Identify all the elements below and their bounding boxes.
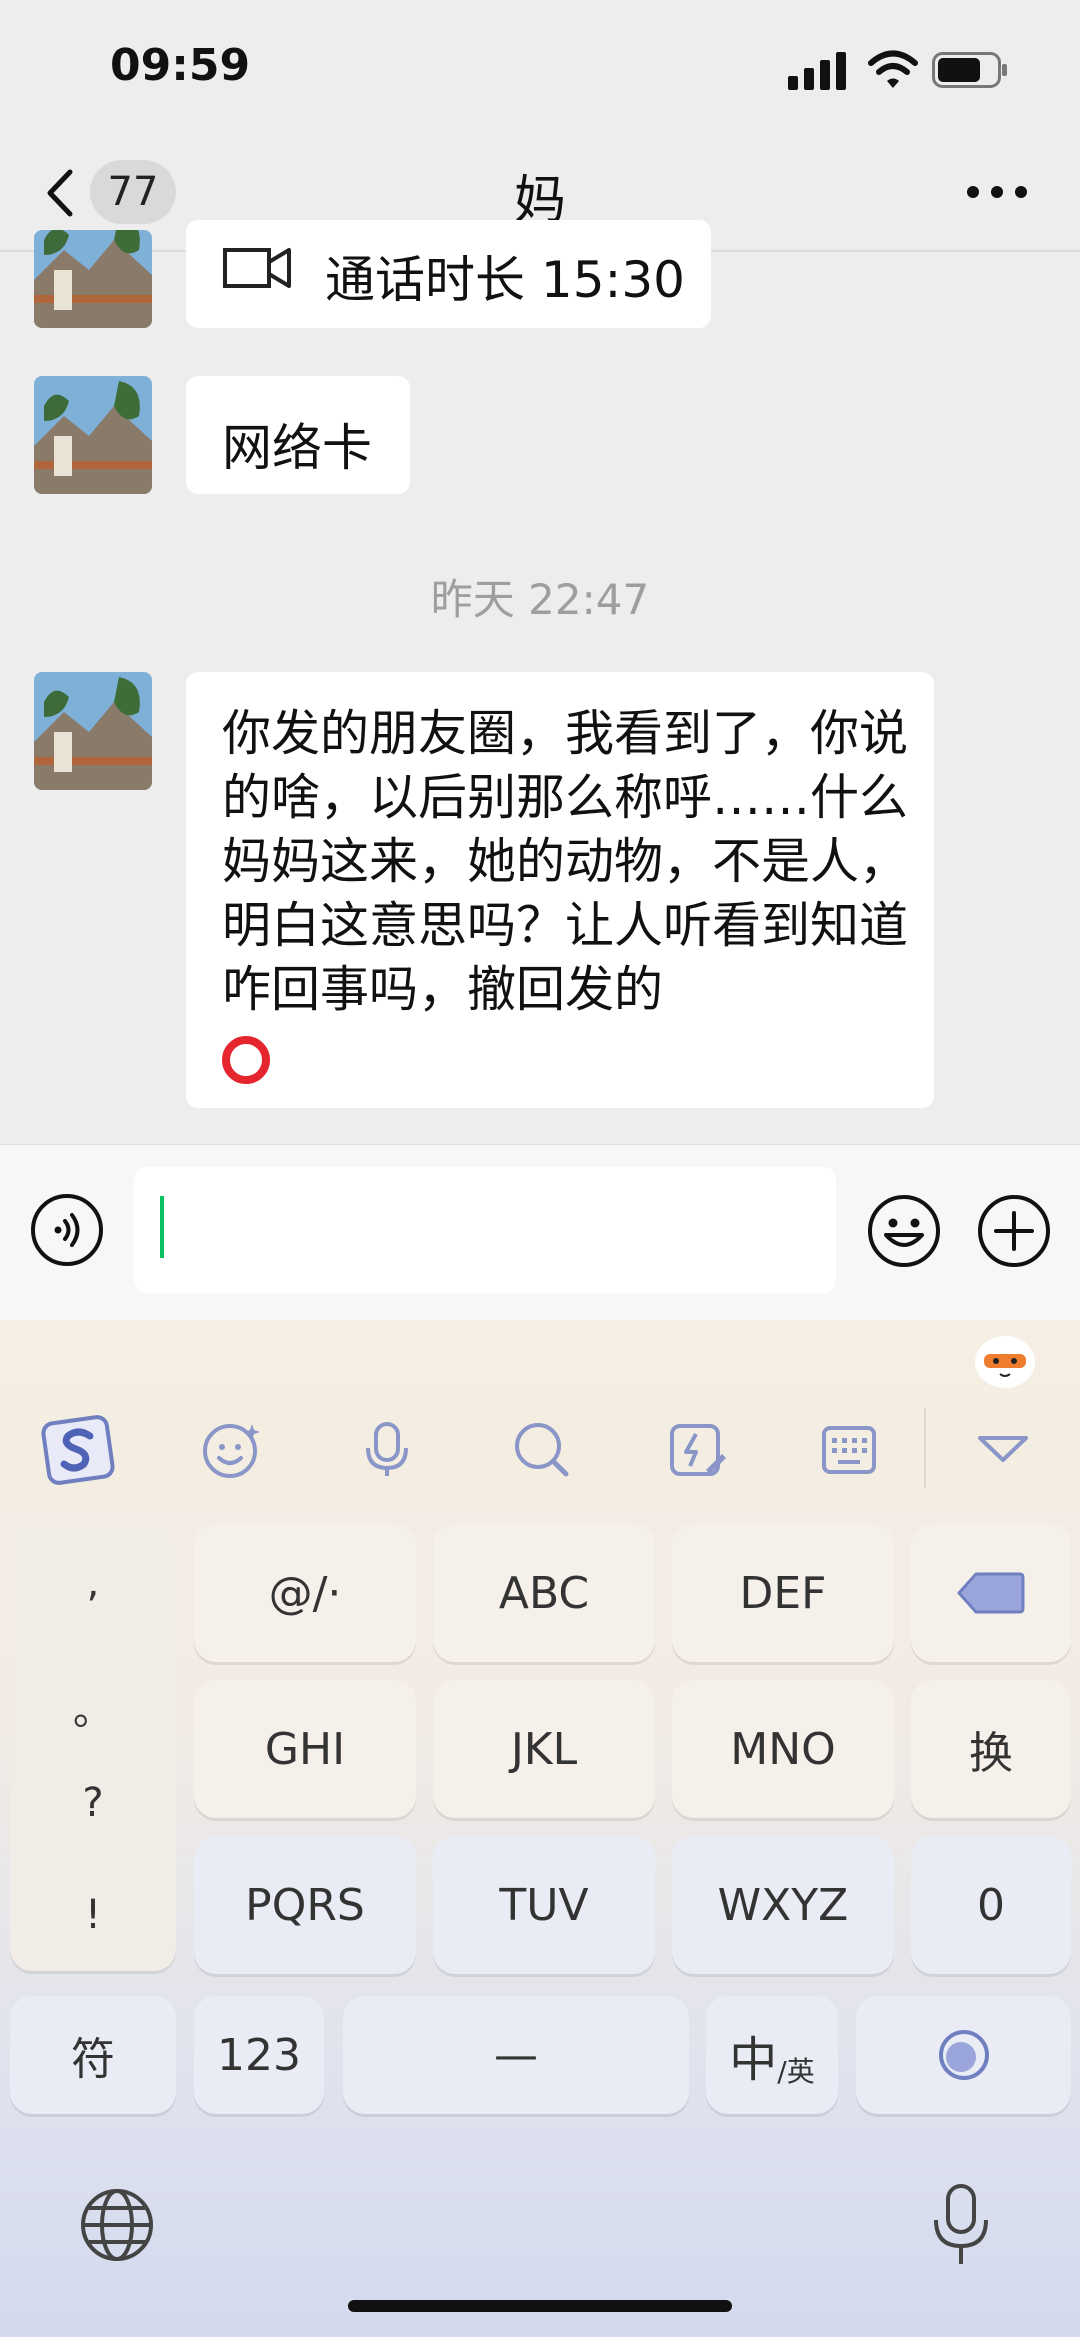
message-text-container: 你发的朋友圈，我看到了，你说的啥，以后别那么称呼……什么妈妈这来，她的动物，不是… bbox=[222, 702, 912, 1086]
cellular-signal-icon bbox=[788, 52, 846, 90]
key-pqrs[interactable]: PQRS bbox=[194, 1836, 416, 1974]
video-call-icon bbox=[223, 248, 291, 288]
status-time: 09:59 bbox=[110, 40, 251, 91]
globe-icon[interactable] bbox=[78, 2186, 156, 2264]
text-caret bbox=[160, 1196, 164, 1258]
backspace-key[interactable] bbox=[911, 1524, 1071, 1662]
key-jkl[interactable]: JKL bbox=[433, 1680, 655, 1818]
red-circle-emoji-icon bbox=[222, 1035, 270, 1084]
message-timestamp: 昨天 22:47 bbox=[430, 575, 650, 624]
enter-icon bbox=[938, 2030, 989, 2080]
avatar[interactable] bbox=[34, 230, 152, 328]
lang-main: 中 bbox=[729, 2032, 778, 2088]
wifi-icon bbox=[868, 50, 918, 88]
key-tuv[interactable]: TUV bbox=[433, 1836, 655, 1974]
enter-key[interactable] bbox=[856, 1996, 1071, 2114]
punctuation-key[interactable]: 。 bbox=[10, 1678, 176, 1736]
more-icon[interactable] bbox=[965, 172, 1029, 212]
collapse-icon[interactable] bbox=[972, 1418, 1034, 1480]
key-ghi[interactable]: GHI bbox=[194, 1680, 416, 1818]
dictation-mic-icon[interactable] bbox=[930, 2182, 992, 2268]
key-numbers[interactable]: 123 bbox=[194, 1996, 324, 2114]
avatar[interactable] bbox=[34, 672, 152, 790]
key-switch[interactable]: 换 bbox=[911, 1680, 1071, 1818]
key-def[interactable]: DEF bbox=[672, 1524, 894, 1662]
message-input[interactable] bbox=[134, 1167, 836, 1293]
call-duration-text: 通话时长 15:30 bbox=[325, 251, 685, 309]
message-text: 网络卡 bbox=[222, 419, 372, 477]
message-text: 你发的朋友圈，我看到了，你说的啥，以后别那么称呼……什么妈妈这来，她的动物，不是… bbox=[222, 705, 909, 1018]
language-switch-key[interactable]: 中/英 bbox=[706, 1996, 838, 2114]
punctuation-key[interactable]: , bbox=[10, 1560, 176, 1606]
key-abc[interactable]: ABC bbox=[433, 1524, 655, 1662]
backspace-icon bbox=[957, 1572, 1025, 1614]
mascot-icon[interactable] bbox=[970, 1330, 1040, 1390]
key-symbols-page[interactable]: 符 bbox=[10, 1996, 176, 2114]
battery-icon bbox=[932, 52, 1007, 88]
punctuation-key[interactable]: ? bbox=[10, 1780, 176, 1826]
avatar[interactable] bbox=[34, 376, 152, 494]
lang-sub: /英 bbox=[777, 2055, 815, 2088]
key-wxyz[interactable]: WXYZ bbox=[672, 1836, 894, 1974]
search-icon[interactable] bbox=[510, 1418, 572, 1480]
voice-icon[interactable] bbox=[30, 1193, 104, 1267]
toolbar-separator bbox=[924, 1408, 926, 1488]
avatar-photo bbox=[34, 230, 152, 328]
key-zero[interactable]: 0 bbox=[911, 1836, 1071, 1974]
mic-icon[interactable] bbox=[356, 1418, 418, 1480]
key-symbols[interactable]: @/· bbox=[194, 1524, 416, 1662]
key-mno[interactable]: MNO bbox=[672, 1680, 894, 1818]
quick-phrase-icon[interactable] bbox=[666, 1418, 728, 1480]
keyboard-layout-icon[interactable] bbox=[818, 1418, 880, 1480]
emoji-icon[interactable] bbox=[866, 1193, 942, 1269]
punctuation-key[interactable]: ! bbox=[10, 1892, 176, 1938]
home-indicator bbox=[348, 2300, 732, 2312]
avatar-photo bbox=[34, 672, 152, 790]
avatar-photo bbox=[34, 376, 152, 494]
sogou-logo-icon[interactable] bbox=[40, 1412, 116, 1488]
keyboard-emoji-icon[interactable] bbox=[200, 1418, 262, 1480]
space-key[interactable]: — bbox=[343, 1996, 689, 2114]
plus-icon[interactable] bbox=[976, 1193, 1052, 1269]
